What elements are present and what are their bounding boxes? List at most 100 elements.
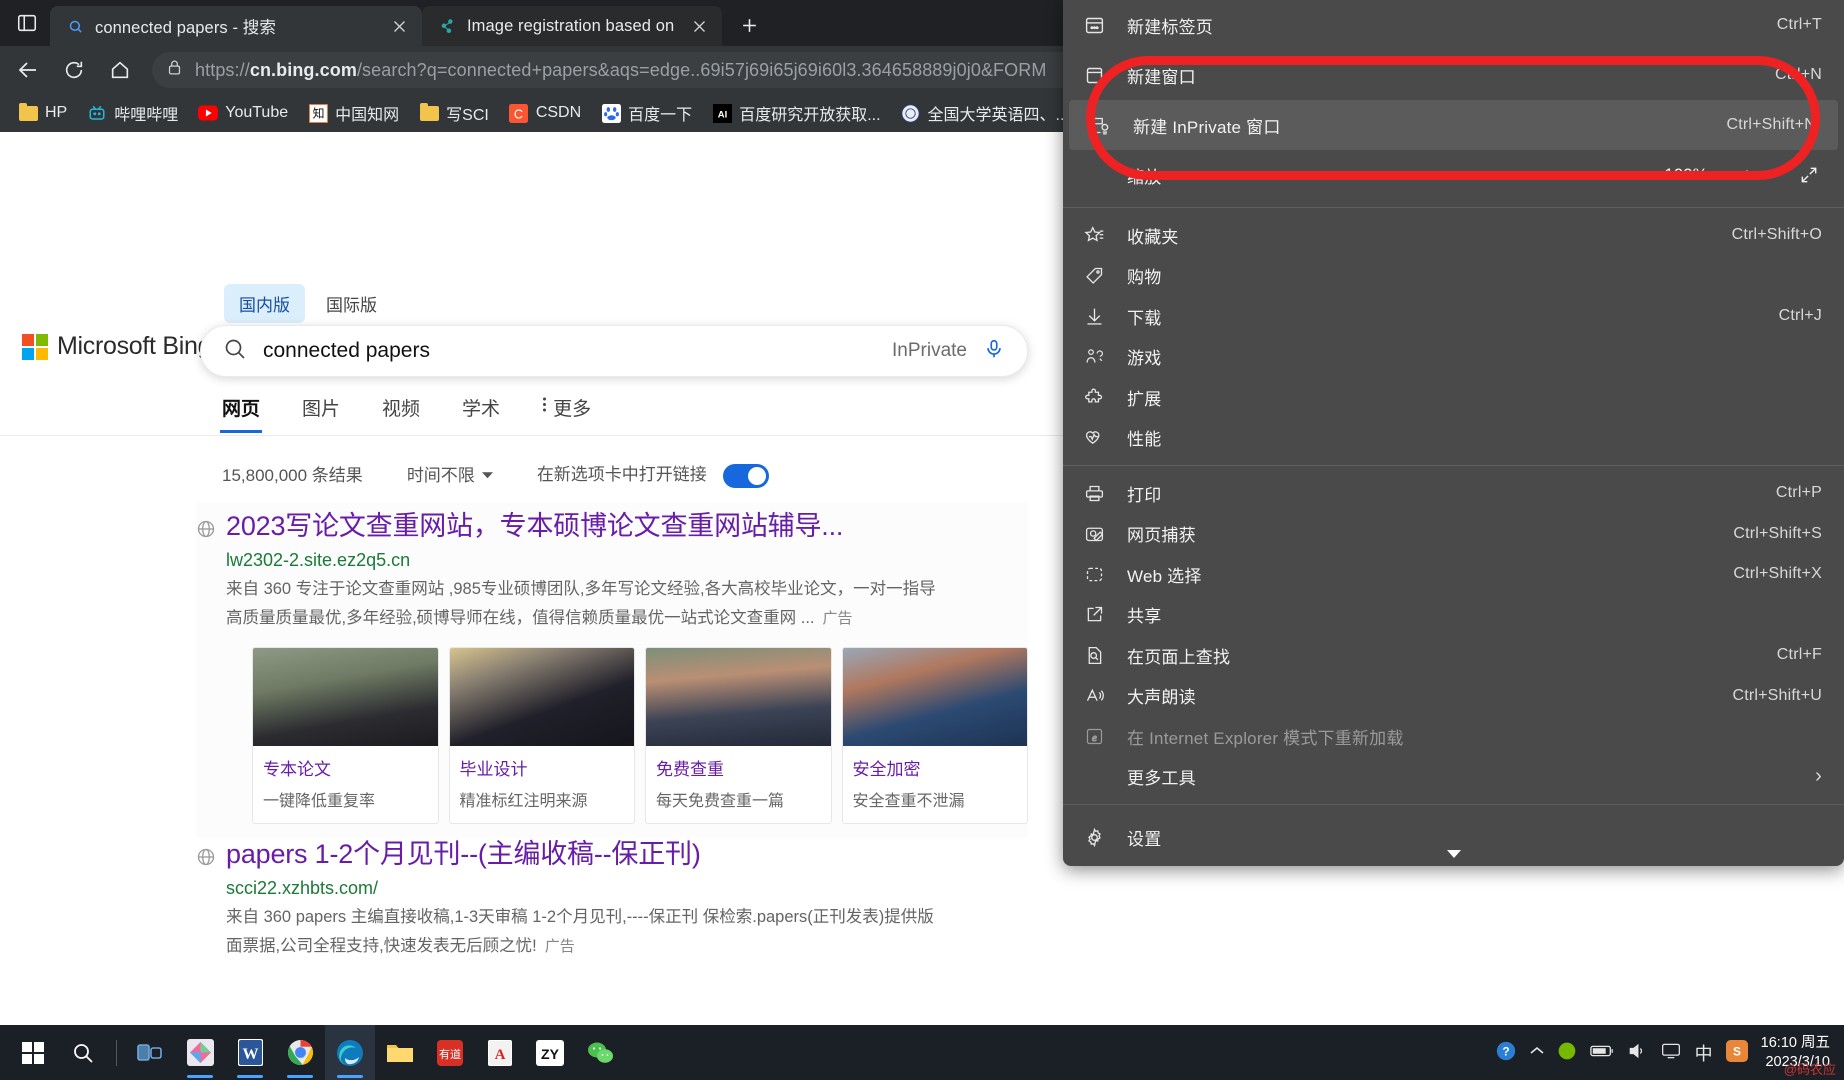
sitelink-card[interactable]: 毕业设计 精准标红注明来源 <box>448 646 635 824</box>
card-title[interactable]: 毕业设计 <box>460 755 625 780</box>
card-image <box>842 647 1027 746</box>
zy-icon[interactable]: ZY <box>525 1025 575 1080</box>
open-in-new-tab-setting[interactable]: 在新选项卡中打开链接 <box>537 460 770 488</box>
menu-item-new-window[interactable]: 新建窗口 Ctrl+N <box>1063 50 1844 100</box>
result-description: 来自 360 专注于论文查重网站 ,985专业硕博团队,多年写论文经验,各大高校… <box>226 575 1026 633</box>
result-desc-line1: 来自 360 papers 主编直接收稿,1-3天审稿 1-2个月见刊,----… <box>226 907 934 926</box>
menu-item-downloads[interactable]: 下载 Ctrl+J <box>1063 296 1844 337</box>
sogou-icon[interactable]: S <box>1725 1039 1748 1066</box>
tab-actions-button[interactable] <box>4 0 50 46</box>
browser-tab-inactive[interactable]: Image registration based on both <box>422 6 722 46</box>
windows-start-icon[interactable] <box>8 1025 58 1080</box>
bing-logo[interactable]: Microsoft Bing <box>22 332 211 361</box>
menu-item-label: 下载 <box>1127 308 1162 328</box>
chevron-up-icon[interactable] <box>1530 1044 1544 1061</box>
sitelink-card[interactable]: 免费查重 每天免费查重一篇 <box>645 646 832 824</box>
task-view-icon[interactable] <box>125 1025 175 1080</box>
browser-tab-active[interactable]: connected papers - 搜索 <box>50 6 422 46</box>
time-filter-dropdown[interactable]: 时间不限 <box>407 461 493 486</box>
menu-item-extensions[interactable]: 扩展 <box>1063 377 1844 418</box>
menu-item-web-capture[interactable]: 网页捕获 Ctrl+Shift+S <box>1063 514 1844 555</box>
sitelink-card[interactable]: 安全加密 安全查重不泄漏 <box>841 646 1028 824</box>
menu-item-print[interactable]: 打印 Ctrl+P <box>1063 473 1844 514</box>
menu-item-web-select[interactable]: Web 选择 Ctrl+Shift+X <box>1063 554 1844 595</box>
zoom-in-button[interactable]: + <box>1734 162 1760 188</box>
close-icon[interactable] <box>386 13 412 39</box>
bookmark-cnki[interactable]: 知 中国知网 <box>300 97 407 129</box>
menu-item-shopping[interactable]: 购物 <box>1063 256 1844 297</box>
nav-tab-images[interactable]: 图片 <box>302 394 340 433</box>
bookmark-bilibili[interactable]: 哔哩哔哩 <box>79 97 186 129</box>
help-circle-icon[interactable]: ? <box>1495 1040 1517 1066</box>
menu-item-shortcut: Ctrl+T <box>1776 16 1822 33</box>
menu-scroll-down-indicator[interactable] <box>1063 846 1844 860</box>
menu-item-favorites[interactable]: 收藏夹 Ctrl+Shift+O <box>1063 215 1844 256</box>
chrome-icon[interactable] <box>275 1025 325 1080</box>
result-url[interactable]: lw2302-2.site.ez2q5.cn <box>226 550 1028 571</box>
wechat-icon[interactable] <box>575 1025 625 1080</box>
bookmark-baidu[interactable]: 百度一下 <box>593 97 700 129</box>
svg-text:W: W <box>242 1046 258 1063</box>
acrobat-icon[interactable]: A <box>475 1025 525 1080</box>
result-title[interactable]: papers 1-2个月见刊--(主编收稿--保正刊) <box>226 838 1028 872</box>
menu-item-share[interactable]: 共享 <box>1063 595 1844 636</box>
nvidia-icon[interactable] <box>1557 1041 1577 1065</box>
bookmark-cet[interactable]: 全国大学英语四、... <box>893 97 1077 129</box>
menu-item-help-feedback[interactable]: 帮助和反馈 › <box>1063 862 1844 866</box>
menu-item-new-inprivate-window[interactable]: 新建 InPrivate 窗口 Ctrl+Shift+N <box>1069 100 1838 150</box>
ime-indicator[interactable]: 中 <box>1695 1040 1713 1066</box>
menu-item-shortcut: Ctrl+J <box>1778 307 1822 325</box>
bookmark-label: 百度一下 <box>628 107 693 124</box>
bookmark-label: 全国大学英语四、... <box>927 107 1069 124</box>
reload-icon[interactable] <box>54 50 94 90</box>
bookmark-baidu-research[interactable]: AI 百度研究开放获取... <box>704 97 888 129</box>
file-explorer-icon[interactable] <box>375 1025 425 1080</box>
fullscreen-icon[interactable] <box>1796 162 1822 188</box>
card-subtitle: 安全查重不泄漏 <box>852 792 965 810</box>
speaker-icon[interactable] <box>1627 1041 1647 1065</box>
bookmark-xiesci[interactable]: 写SCI <box>411 97 497 129</box>
edition-tab-domestic[interactable]: 国内版 <box>224 284 305 323</box>
open-in-new-tab-toggle[interactable] <box>723 463 770 488</box>
new-tab-button[interactable] <box>730 6 768 44</box>
result-title[interactable]: 2023写论文查重网站，专本硕博论文查重网站辅导... <box>226 510 1028 544</box>
nav-tab-academic[interactable]: 学术 <box>462 394 500 433</box>
word-icon[interactable]: W <box>225 1025 275 1080</box>
menu-item-more-tools[interactable]: 更多工具 › <box>1063 757 1844 798</box>
menu-item-find-in-page[interactable]: 在页面上查找 Ctrl+F <box>1063 635 1844 676</box>
card-title[interactable]: 安全加密 <box>853 755 1018 780</box>
taskbar-search-icon[interactable] <box>58 1025 108 1080</box>
card-title[interactable]: 免费查重 <box>656 755 821 780</box>
menu-item-shortcut: Ctrl+Shift+U <box>1732 686 1822 704</box>
bing-search-box[interactable]: connected papers InPrivate <box>200 325 1028 377</box>
youdao-icon[interactable]: 有道 <box>425 1025 475 1080</box>
ie-mode-icon: e <box>1079 726 1109 747</box>
nav-tab-web[interactable]: 网页 <box>219 394 263 433</box>
menu-item-label: 收藏夹 <box>1127 227 1179 247</box>
microphone-icon[interactable] <box>983 337 1005 366</box>
result-url[interactable]: scci22.xzhbts.com/ <box>226 878 1028 899</box>
menu-item-new-tab[interactable]: 新建标签页 Ctrl+T <box>1063 0 1844 50</box>
menu-item-performance[interactable]: 性能 <box>1063 418 1844 459</box>
bookmark-label: YouTube <box>225 104 289 121</box>
paint3d-icon[interactable] <box>175 1025 225 1080</box>
display-icon[interactable] <box>1660 1041 1682 1065</box>
battery-icon[interactable] <box>1589 1044 1614 1062</box>
back-arrow-icon[interactable] <box>8 50 48 90</box>
bookmark-csdn[interactable]: C CSDN <box>501 99 589 127</box>
home-icon[interactable] <box>100 50 140 90</box>
zoom-out-button[interactable]: − <box>1612 162 1638 188</box>
nav-tab-videos[interactable]: 视频 <box>382 394 420 433</box>
bookmark-hp[interactable]: HP <box>10 99 75 127</box>
ad-badge: 广告 <box>822 609 853 627</box>
search-input[interactable]: connected papers <box>263 339 876 363</box>
edge-icon[interactable] <box>325 1025 375 1080</box>
card-title[interactable]: 专本论文 <box>263 755 428 780</box>
menu-item-read-aloud[interactable]: 大声朗读 Ctrl+Shift+U <box>1063 676 1844 717</box>
sitelink-card[interactable]: 专本论文 一键降低重复率 <box>252 646 439 824</box>
edition-tab-international[interactable]: 国际版 <box>311 284 392 323</box>
bookmark-youtube[interactable]: YouTube <box>190 99 296 127</box>
nav-tab-more[interactable]: 更多 <box>542 394 591 433</box>
close-icon[interactable] <box>686 13 712 39</box>
menu-item-games[interactable]: 游戏 <box>1063 337 1844 378</box>
